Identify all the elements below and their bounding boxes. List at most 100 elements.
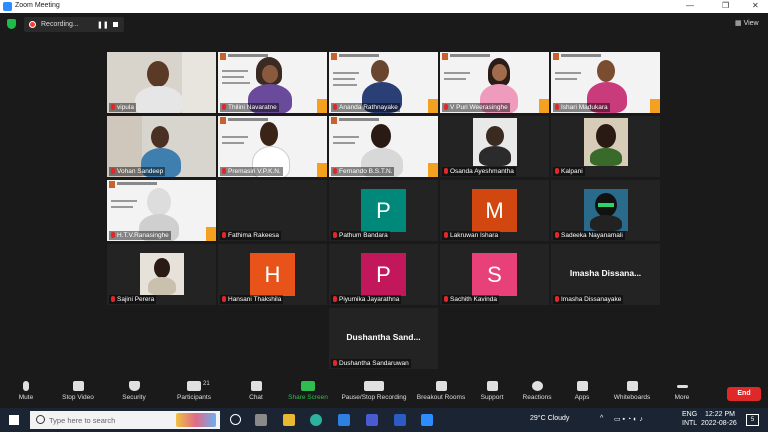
participant-name-label: Osanda Ayeshmantha — [442, 167, 516, 176]
video-tile[interactable]: Osanda Ayeshmantha — [440, 116, 549, 177]
system-tray-chevron-icon[interactable]: ^ — [600, 415, 603, 422]
security-button[interactable]: Security — [116, 381, 152, 401]
reaction-emoji-icon — [531, 381, 543, 391]
participant-name-label: Hansani Thakshila — [220, 295, 284, 304]
participant-name-label: Imasha Dissanayake — [553, 295, 624, 304]
profile-photo — [584, 189, 628, 231]
word-icon[interactable] — [394, 414, 406, 426]
stop-video-button[interactable]: Stop Video — [56, 381, 100, 401]
clock-date[interactable]: 2022-08-26 — [701, 420, 737, 427]
participants-button[interactable]: 21 Participants — [170, 381, 218, 401]
restore-icon[interactable]: ❐ — [722, 1, 729, 10]
weather-widget[interactable]: 29°C Cloudy — [530, 415, 569, 422]
video-tile[interactable]: M Lakruwan Ishara — [440, 180, 549, 241]
chat-bubble-icon — [250, 381, 262, 391]
video-tile[interactable]: Ananda Rathnayake — [329, 52, 438, 113]
participant-name-label: Pathum Bandara — [331, 231, 390, 240]
stop-recording-icon[interactable] — [113, 22, 118, 27]
video-tile[interactable]: S Sachith Kavinda — [440, 244, 549, 305]
share-screen-icon — [301, 381, 315, 391]
apps-button[interactable]: Apps — [566, 381, 598, 401]
profile-photo — [140, 253, 184, 295]
profile-photo — [473, 118, 517, 166]
store-icon[interactable] — [338, 414, 350, 426]
edge-browser-icon[interactable] — [310, 414, 322, 426]
video-tile[interactable]: Sajini Perera — [107, 244, 216, 305]
whiteboards-button[interactable]: Whiteboards — [610, 381, 654, 401]
participant-name-label: Thilini Navaratne — [220, 103, 279, 112]
search-placeholder: Type here to search — [49, 416, 116, 425]
zoom-taskbar-icon[interactable] — [421, 414, 433, 426]
support-button[interactable]: Support — [474, 381, 510, 401]
video-tile[interactable]: Fathima Rakeesa — [218, 180, 327, 241]
view-button[interactable]: ▦ View — [735, 19, 759, 27]
file-explorer-icon[interactable] — [283, 414, 295, 426]
notification-center-icon[interactable]: 5 — [746, 414, 759, 426]
taskbar-search-input[interactable]: Type here to search — [30, 411, 220, 429]
video-tile[interactable]: Sadeeka Nayanamali — [551, 180, 660, 241]
pause-stop-recording-button[interactable]: Pause/Stop Recording — [338, 381, 410, 401]
search-icon — [36, 415, 45, 424]
breakout-rooms-button[interactable]: Breakout Rooms — [414, 381, 468, 401]
video-tile[interactable]: V Puri Weerasinghe — [440, 52, 549, 113]
video-tile[interactable]: Fernando B.S.T.N. — [329, 116, 438, 177]
support-icon — [486, 381, 498, 391]
more-button[interactable]: More — [666, 381, 698, 401]
reactions-button[interactable]: Reactions — [518, 381, 556, 401]
participant-name-label: Sadeeka Nayanamali — [553, 231, 625, 240]
share-screen-button[interactable]: Share Screen — [284, 381, 332, 401]
teams-icon[interactable] — [366, 414, 378, 426]
window-title: Zoom Meeting — [15, 2, 60, 9]
participant-name-label: Ishari Madukara — [553, 103, 610, 112]
task-view-icon[interactable] — [230, 414, 241, 425]
close-icon[interactable]: ✕ — [752, 1, 759, 10]
video-tile[interactable]: Ishari Madukara — [551, 52, 660, 113]
video-tile[interactable]: Kalpani — [551, 116, 660, 177]
search-highlight-image — [176, 413, 216, 427]
video-tile[interactable]: Vohan Sandeep — [107, 116, 216, 177]
video-tile[interactable]: Imasha Dissana... Imasha Dissanayake — [551, 244, 660, 305]
participant-name-label: Fathima Rakeesa — [220, 231, 281, 240]
participant-name-label: Sachith Kavinda — [442, 295, 499, 304]
avatar: P — [361, 253, 406, 296]
more-dots-icon — [676, 385, 688, 388]
video-tile[interactable]: H Hansani Thakshila — [218, 244, 327, 305]
participant-name-label: Premasiri V.P.K.N. — [220, 167, 283, 176]
profile-photo — [584, 118, 628, 166]
encryption-shield-icon[interactable] — [7, 19, 16, 29]
meeting-controls-toolbar: Mute Stop Video Security 21 Participants … — [0, 378, 768, 408]
participant-name-label: Sajini Perera — [109, 295, 157, 304]
avatar: M — [472, 189, 517, 232]
video-tile[interactable]: Thilini Navaratne — [218, 52, 327, 113]
participant-name-label: H.T.V.Ranasinghe — [109, 231, 171, 240]
video-tile[interactable]: H.T.V.Ranasinghe — [107, 180, 216, 241]
meeting-top-bar: Recording... ❚❚ ▦ View — [0, 13, 768, 35]
clock-time[interactable]: 12:22 PM — [705, 411, 735, 418]
windows-start-icon[interactable] — [9, 415, 19, 425]
shield-icon — [128, 381, 140, 391]
video-tile[interactable]: Premasiri V.P.K.N. — [218, 116, 327, 177]
input-language[interactable]: ENG — [682, 411, 697, 418]
system-tray-icons[interactable]: ▭ ▪ ◔ ◐ ♪ — [614, 415, 643, 423]
video-tile[interactable]: Dushantha Sand... Dushantha Sandaruwan — [329, 308, 438, 369]
pause-recording-icon[interactable]: ❚❚ — [97, 21, 109, 29]
widgets-icon[interactable] — [255, 414, 267, 426]
video-tile[interactable]: vipula — [107, 52, 216, 113]
minimize-icon[interactable]: — — [686, 1, 694, 10]
end-meeting-button[interactable]: End — [727, 387, 761, 401]
video-tile[interactable]: P Pathum Bandara — [329, 180, 438, 241]
mute-button[interactable]: Mute — [10, 381, 42, 401]
microphone-icon — [23, 381, 29, 391]
participant-name-label: Lakruwan Ishara — [442, 231, 501, 240]
participant-display-name: Dushantha Sand... — [346, 332, 421, 342]
chat-button[interactable]: Chat — [240, 381, 272, 401]
participant-display-name: Imasha Dissana... — [569, 268, 642, 278]
participant-name-label: Vohan Sandeep — [109, 167, 166, 176]
apps-icon — [576, 381, 588, 391]
breakout-rooms-icon — [435, 381, 447, 391]
video-camera-icon — [72, 381, 84, 391]
recording-status: Recording... — [41, 21, 79, 28]
input-language-variant[interactable]: INTL — [682, 420, 697, 427]
participant-name-label: Dushantha Sandaruwan — [331, 359, 411, 368]
video-tile[interactable]: P Piyumika Jayarathna — [329, 244, 438, 305]
